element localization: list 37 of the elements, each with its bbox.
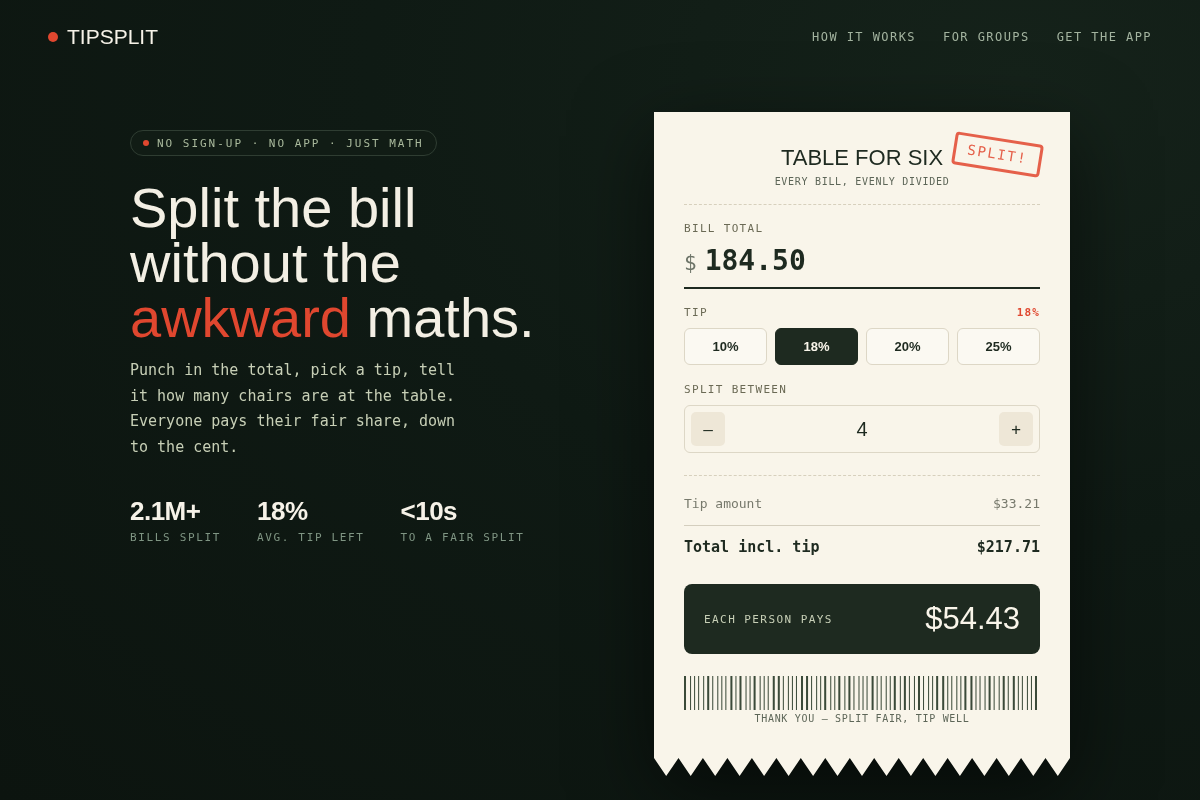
intro-paragraph: Punch in the total, pick a tip, tell it how many chairs are at the table. Everyone pays their fair share, down to the cent. xyxy=(130,360,457,458)
summary-value: $217.71 xyxy=(976,537,1040,557)
stat-value: 2.1M+ xyxy=(130,496,202,526)
tip-option-button[interactable]: 18% xyxy=(775,328,858,365)
bill-total-field[interactable]: $ 184.50 xyxy=(684,244,1040,289)
tip-option-button[interactable]: 20% xyxy=(866,328,949,365)
field-label: TIP xyxy=(684,306,708,320)
per-person-label: EACH PERSON PAYS xyxy=(704,612,833,626)
stat-label: TO A FAIR SPLIT xyxy=(400,531,525,545)
nav-link[interactable]: GET THE APP xyxy=(1056,29,1152,45)
stat-value: 18% xyxy=(257,496,309,526)
receipt-footer-text: THANK YOU — SPLIT FAIR, TIP WELL xyxy=(753,713,971,725)
field-label: SPLIT BETWEEN xyxy=(684,383,789,397)
dot-icon xyxy=(48,32,58,42)
tip-percent-readout: 18% xyxy=(1016,306,1040,320)
headline: Split the bill without the awkward maths. xyxy=(130,180,536,345)
receipt-subtitle: EVERY BILL, EVENLY DIVIDED xyxy=(774,175,950,189)
stat-label: BILLS SPLIT xyxy=(130,531,221,545)
nav-link[interactable]: FOR GROUPS xyxy=(943,29,1030,45)
tip-option-button[interactable]: 10% xyxy=(684,328,767,365)
dot-icon xyxy=(143,140,149,146)
stat-label: AVG. TIP LEFT xyxy=(257,531,365,545)
stamp-label: SPLIT! xyxy=(951,131,1045,178)
receipt-title: TABLE FOR SIX xyxy=(780,145,944,171)
brand-logo[interactable]: TIPSPLIT xyxy=(67,24,159,50)
badge-text: NO SIGN-UP · NO APP · JUST MATH xyxy=(157,136,424,150)
nav-link[interactable]: HOW IT WORKS xyxy=(812,29,917,45)
decrement-button[interactable]: – xyxy=(691,412,725,446)
tip-option-button[interactable]: 25% xyxy=(957,328,1040,365)
increment-button[interactable]: + xyxy=(999,412,1033,446)
field-label: BILL TOTAL xyxy=(684,222,765,236)
summary-label: Total incl. tip xyxy=(684,537,820,557)
people-count: 4 xyxy=(856,417,868,441)
stat-value: <10s xyxy=(400,496,459,526)
summary-label: Tip amount xyxy=(684,495,763,513)
per-person-amount: $54.43 xyxy=(925,601,1020,637)
summary-value: $33.21 xyxy=(993,495,1040,513)
